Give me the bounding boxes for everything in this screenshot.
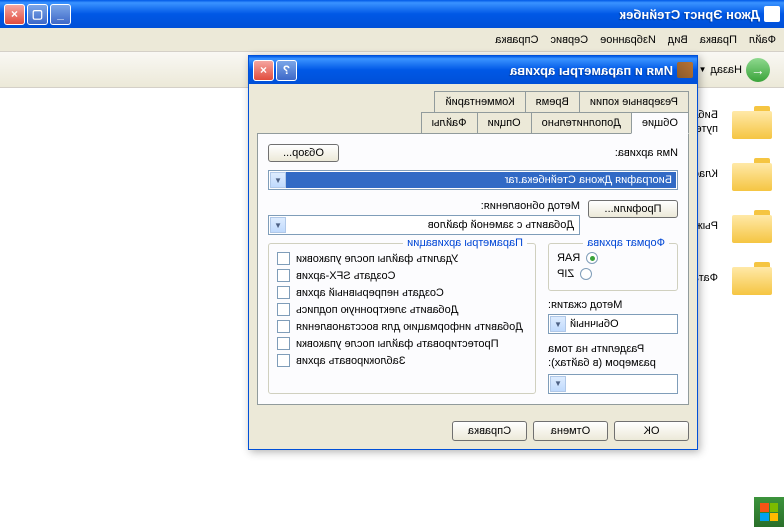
back-icon: ← bbox=[746, 58, 770, 82]
dialog-title: Имя и параметры архива bbox=[297, 63, 673, 78]
chevron-down-icon[interactable]: ▼ bbox=[550, 316, 566, 332]
check-sfx[interactable]: Создать SFX-архив bbox=[277, 269, 527, 282]
format-group: Формат архива RAR ZIP bbox=[548, 243, 678, 291]
minimize-button[interactable]: _ bbox=[50, 4, 71, 25]
archive-name-value[interactable]: Биография Джона Стейнбека.rar bbox=[286, 172, 676, 188]
params-group: Параметры архивации Удалить файлы после … bbox=[268, 243, 536, 394]
checkbox-input[interactable] bbox=[277, 320, 290, 333]
checkbox-label: Протестировать файлы после упаковки bbox=[296, 338, 527, 350]
checkbox-label: Добавить информацию для восстановления bbox=[296, 321, 527, 333]
split-volumes-label: Разделить на тома размером (в байтах): bbox=[548, 342, 678, 371]
chevron-down-icon[interactable]: ▼ bbox=[270, 217, 286, 233]
split-volumes-value[interactable] bbox=[566, 383, 676, 385]
tab-panel-general: Имя архива: Обзор... Биография Джона Сте… bbox=[257, 133, 689, 405]
menu-favorites[interactable]: Избранное bbox=[600, 34, 656, 46]
compression-method-select[interactable]: Обычный ▼ bbox=[548, 314, 678, 334]
ok-button[interactable]: OK bbox=[614, 421, 689, 441]
close-button[interactable]: × bbox=[4, 4, 25, 25]
windows-logo-icon bbox=[760, 503, 778, 521]
profiles-button[interactable]: Профили... bbox=[588, 200, 678, 218]
update-method-value: Добавить с заменой файлов bbox=[286, 218, 578, 232]
chevron-down-icon: ▼ bbox=[699, 65, 707, 74]
check-delete-after[interactable]: Удалить файлы после упаковки bbox=[277, 252, 527, 265]
menu-view[interactable]: Вид bbox=[668, 34, 688, 46]
checkbox-input[interactable] bbox=[277, 252, 290, 265]
checkbox-input[interactable] bbox=[277, 269, 290, 282]
checkbox-input[interactable] bbox=[277, 337, 290, 350]
checkbox-label: Заблокировать архив bbox=[296, 355, 527, 367]
update-method-label: Метод обновления: bbox=[268, 200, 580, 212]
compression-method-value: Обычный bbox=[566, 317, 676, 331]
menu-help[interactable]: Справка bbox=[495, 34, 538, 46]
archive-dialog: Имя и параметры архива ? × Резервные коп… bbox=[248, 55, 698, 450]
archive-name-label: Имя архива: bbox=[615, 147, 678, 159]
menubar: Файл Правка Вид Избранное Сервис Справка bbox=[0, 28, 784, 52]
radio-label: ZIP bbox=[557, 268, 574, 280]
radio-input[interactable] bbox=[580, 268, 592, 280]
window-icon bbox=[764, 6, 780, 22]
check-recovery[interactable]: Добавить информацию для восстановления bbox=[277, 320, 527, 333]
menu-tools[interactable]: Сервис bbox=[550, 34, 588, 46]
checkbox-input[interactable] bbox=[277, 286, 290, 299]
start-button[interactable] bbox=[754, 497, 784, 527]
menu-edit[interactable]: Правка bbox=[700, 34, 737, 46]
winrar-icon bbox=[677, 62, 693, 78]
format-group-title: Формат архива bbox=[583, 237, 669, 249]
folder-icon bbox=[730, 156, 772, 192]
chevron-down-icon[interactable]: ▼ bbox=[550, 376, 566, 392]
menu-file[interactable]: Файл bbox=[749, 34, 776, 46]
dialog-close-button[interactable]: × bbox=[253, 60, 274, 81]
tab-general[interactable]: Общие bbox=[631, 112, 689, 134]
tab-comment[interactable]: Комментарий bbox=[434, 91, 525, 112]
cancel-button[interactable]: Отмена bbox=[533, 421, 608, 441]
tab-advanced[interactable]: Дополнительно bbox=[531, 112, 632, 133]
radio-rar[interactable]: RAR bbox=[557, 252, 669, 264]
check-test[interactable]: Протестировать файлы после упаковки bbox=[277, 337, 527, 350]
back-button[interactable]: ← Назад ▼ bbox=[693, 55, 776, 85]
checkbox-label: Создать непрерывный архив bbox=[296, 287, 527, 299]
update-method-select[interactable]: Добавить с заменой файлов ▼ bbox=[268, 215, 580, 235]
browse-button[interactable]: Обзор... bbox=[268, 144, 339, 162]
radio-zip[interactable]: ZIP bbox=[557, 268, 669, 280]
help-button[interactable]: Справка bbox=[452, 421, 527, 441]
tab-backup[interactable]: Резервные копии bbox=[579, 91, 689, 112]
folder-icon bbox=[730, 208, 772, 244]
maximize-button[interactable]: ▢ bbox=[27, 4, 48, 25]
radio-input[interactable] bbox=[586, 252, 598, 264]
checkbox-label: Добавить электронную подпись bbox=[296, 304, 527, 316]
tab-options[interactable]: Опции bbox=[477, 112, 532, 133]
tab-files[interactable]: Файлы bbox=[421, 112, 478, 133]
tab-time[interactable]: Время bbox=[525, 91, 580, 112]
check-signature[interactable]: Добавить электронную подпись bbox=[277, 303, 527, 316]
checkbox-input[interactable] bbox=[277, 303, 290, 316]
radio-label: RAR bbox=[557, 252, 580, 264]
checkbox-input[interactable] bbox=[277, 354, 290, 367]
folder-icon bbox=[730, 260, 772, 296]
back-label: Назад bbox=[710, 64, 742, 76]
window-title: Джон Эрнст Стейнбек bbox=[71, 7, 760, 22]
checkbox-label: Создать SFX-архив bbox=[296, 270, 527, 282]
archive-name-input[interactable]: Биография Джона Стейнбека.rar ▼ bbox=[268, 170, 678, 190]
check-lock[interactable]: Заблокировать архив bbox=[277, 354, 527, 367]
check-solid[interactable]: Создать непрерывный архив bbox=[277, 286, 527, 299]
checkbox-label: Удалить файлы после упаковки bbox=[296, 253, 527, 265]
dialog-help-button[interactable]: ? bbox=[276, 60, 297, 81]
folder-icon bbox=[730, 104, 772, 140]
split-volumes-input[interactable]: ▼ bbox=[548, 374, 678, 394]
dialog-titlebar: Имя и параметры архива ? × bbox=[249, 56, 697, 84]
main-titlebar: Джон Эрнст Стейнбек _ ▢ × bbox=[0, 0, 784, 28]
compression-method-label: Метод сжатия: bbox=[548, 299, 678, 311]
chevron-down-icon[interactable]: ▼ bbox=[270, 172, 286, 188]
params-group-title: Параметры архивации bbox=[403, 237, 527, 249]
